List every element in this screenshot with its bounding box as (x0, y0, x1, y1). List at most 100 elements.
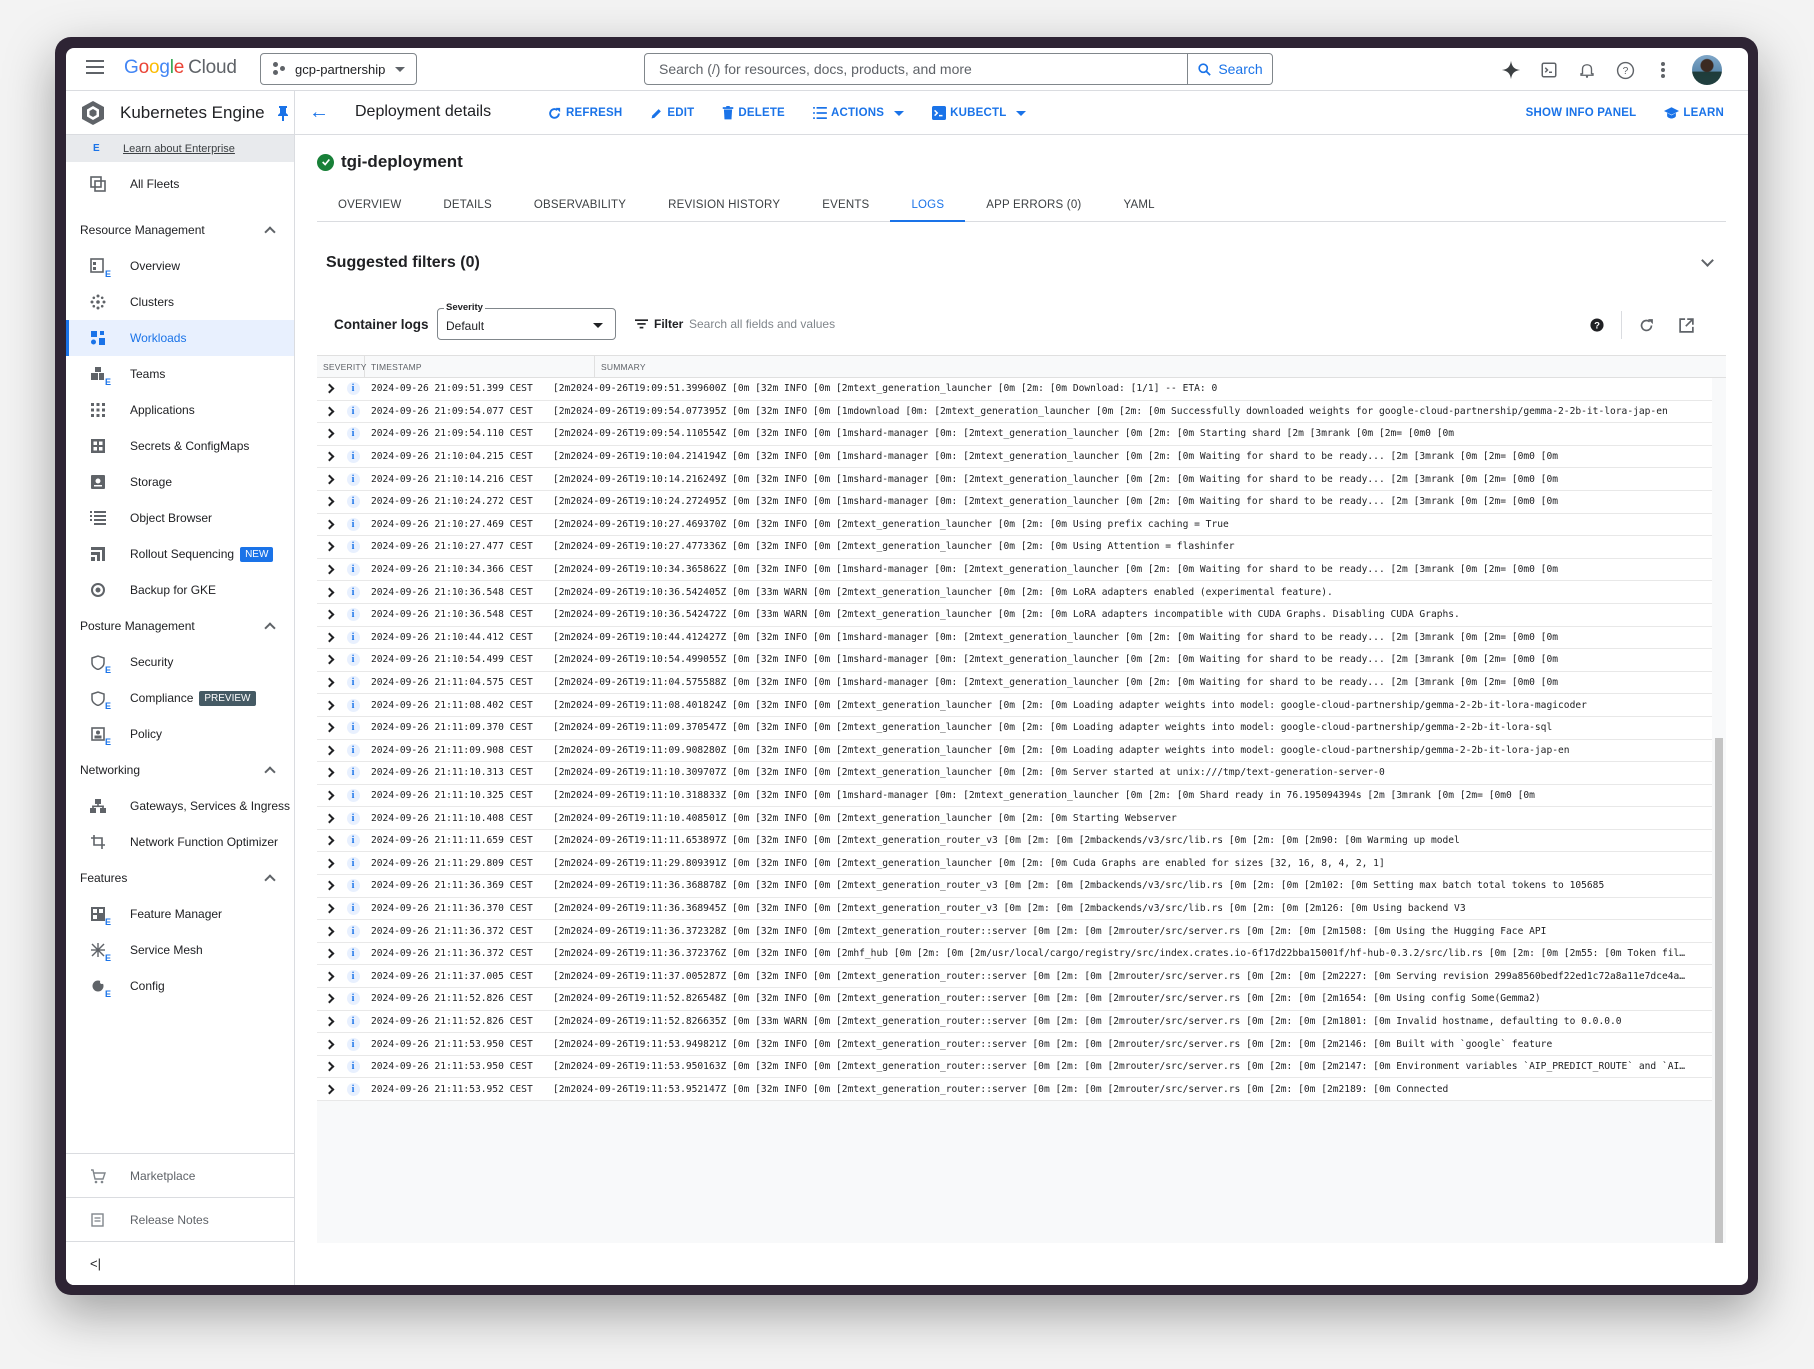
tab-yaml[interactable]: YAML (1102, 189, 1175, 221)
kubectl-dropdown[interactable]: KUBECTL (932, 106, 1027, 120)
log-row[interactable]: i 2024-09-26 21:11:53.950 CEST [2m2024-09-… (317, 1033, 1712, 1056)
avatar[interactable] (1692, 55, 1722, 85)
sidebar-item-storage[interactable]: Storage (66, 464, 294, 500)
column-timestamp[interactable]: TIMESTAMP (365, 356, 595, 377)
tab-app-errors[interactable]: APP ERRORS (0) (965, 189, 1102, 221)
expand-chevron-icon[interactable] (317, 519, 341, 530)
expand-chevron-icon[interactable] (317, 677, 341, 688)
expand-chevron-icon[interactable] (317, 406, 341, 417)
section-features[interactable]: Features (66, 860, 294, 896)
log-row[interactable]: i 2024-09-26 21:11:37.005 CEST [2m2024-09-… (317, 965, 1712, 989)
expand-chevron-icon[interactable] (317, 383, 341, 394)
log-row[interactable]: i 2024-09-26 21:11:52.826 CEST [2m2024-09-… (317, 988, 1712, 1011)
expand-chevron-icon[interactable] (317, 813, 341, 824)
delete-button[interactable]: DELETE (722, 106, 785, 120)
log-row[interactable]: i 2024-09-26 21:11:29.809 CEST [2m2024-09-… (317, 852, 1712, 876)
log-row[interactable]: i 2024-09-26 21:10:44.412 CEST [2m2024-09-… (317, 627, 1712, 650)
learn-about-enterprise-link[interactable]: Learn about Enterprise (123, 143, 235, 155)
scrollbar-thumb[interactable] (1715, 738, 1723, 1243)
expand-chevron-icon[interactable] (317, 609, 341, 620)
expand-chevron-icon[interactable] (317, 451, 341, 462)
back-arrow-icon[interactable]: ← (309, 101, 329, 124)
expand-chevron-icon[interactable] (317, 654, 341, 665)
sidebar-item-clusters[interactable]: Clusters (66, 284, 294, 320)
expand-chevron-icon[interactable] (317, 903, 341, 914)
tab-details[interactable]: DETAILS (422, 189, 512, 221)
expand-chevron-icon[interactable] (317, 542, 341, 552)
section-posture-management[interactable]: Posture Management (66, 608, 294, 644)
expand-chevron-icon[interactable] (317, 745, 341, 756)
tab-observability[interactable]: OBSERVABILITY (513, 189, 647, 221)
sidebar-item-secrets-configmaps[interactable]: Secrets & ConfigMaps (66, 428, 294, 464)
log-row[interactable]: i 2024-09-26 21:10:14.216 CEST [2m2024-09-… (317, 468, 1712, 491)
log-row[interactable]: i 2024-09-26 21:11:04.575 CEST [2m2024-09-… (317, 672, 1712, 695)
refresh-button[interactable]: REFRESH (547, 106, 622, 121)
expand-chevron-icon[interactable] (317, 496, 341, 507)
sidebar-item-service-mesh[interactable]: E Service Mesh (66, 932, 294, 968)
suggested-filters-header[interactable]: Suggested filters (0) (317, 240, 1726, 286)
sidebar-item-applications[interactable]: Applications (66, 392, 294, 428)
log-row[interactable]: i 2024-09-26 21:10:54.499 CEST [2m2024-09-… (317, 649, 1712, 672)
sidebar-item-overview[interactable]: E Overview (66, 248, 294, 284)
log-row[interactable]: i 2024-09-26 21:11:53.950 CEST [2m2024-09-… (317, 1056, 1712, 1079)
log-row[interactable]: i 2024-09-26 21:11:36.372 CEST [2m2024-09-… (317, 920, 1712, 943)
log-row[interactable]: i 2024-09-26 21:11:36.369 CEST [2m2024-09-… (317, 875, 1712, 898)
gemini-icon[interactable] (1492, 53, 1530, 87)
filter-button[interactable]: Filter (635, 317, 683, 331)
log-row[interactable]: i 2024-09-26 21:11:52.826 CEST [2m2024-09-… (317, 1011, 1712, 1034)
actions-dropdown[interactable]: ACTIONS (813, 107, 905, 119)
sidebar-item-feature-manager[interactable]: E Feature Manager (66, 896, 294, 932)
sidebar-item-marketplace[interactable]: Marketplace (66, 1153, 294, 1197)
show-info-panel-button[interactable]: SHOW INFO PANEL (1526, 107, 1637, 119)
expand-chevron-icon[interactable] (317, 700, 341, 711)
expand-chevron-icon[interactable] (317, 1039, 341, 1049)
expand-chevron-icon[interactable] (317, 722, 341, 733)
expand-chevron-icon[interactable] (317, 1084, 341, 1095)
sidebar-item-compliance[interactable]: E Compliance PREVIEW (66, 680, 294, 716)
sidebar-item-gateways-services-ingress[interactable]: Gateways, Services & Ingress (66, 788, 294, 824)
log-row[interactable]: i 2024-09-26 21:11:10.325 CEST [2m2024-09-… (317, 785, 1712, 808)
expand-chevron-icon[interactable] (317, 587, 341, 598)
expand-chevron-icon[interactable] (317, 790, 341, 801)
collapse-sidebar-button[interactable]: <| (66, 1241, 294, 1285)
sidebar-item-policy[interactable]: E Policy (66, 716, 294, 752)
pin-icon[interactable] (277, 105, 289, 121)
expand-chevron-icon[interactable] (317, 564, 341, 575)
log-row[interactable]: i 2024-09-26 21:11:36.372 CEST [2m2024-09-… (317, 943, 1712, 966)
log-scrollbar[interactable] (1712, 378, 1726, 1243)
tab-revision-history[interactable]: REVISION HISTORY (647, 189, 801, 221)
log-row[interactable]: i 2024-09-26 21:11:10.313 CEST [2m2024-09-… (317, 762, 1712, 785)
search-button[interactable]: Search (1187, 54, 1272, 84)
tab-logs[interactable]: LOGS (890, 189, 965, 222)
search-input[interactable] (645, 54, 1187, 84)
expand-chevron-icon[interactable] (317, 926, 341, 936)
log-row[interactable]: i 2024-09-26 21:10:27.469 CEST [2m2024-09-… (317, 514, 1712, 537)
sidebar-item-all-fleets[interactable]: All Fleets (66, 166, 294, 202)
log-row[interactable]: i 2024-09-26 21:10:36.548 CEST [2m2024-09-… (317, 581, 1712, 604)
section-resource-management[interactable]: Resource Management (66, 212, 294, 248)
sidebar-item-security[interactable]: E Security (66, 644, 294, 680)
section-networking[interactable]: Networking (66, 752, 294, 788)
log-row[interactable]: i 2024-09-26 21:09:54.077 CEST [2m2024-09-… (317, 401, 1712, 424)
expand-chevron-icon[interactable] (317, 1061, 341, 1072)
column-summary[interactable]: SUMMARY (595, 356, 1726, 377)
open-in-new-icon[interactable] (1666, 307, 1706, 343)
learn-button[interactable]: LEARN (1664, 106, 1724, 120)
sidebar-item-teams[interactable]: E Teams (66, 356, 294, 392)
log-row[interactable]: i 2024-09-26 21:10:24.272 CEST [2m2024-09-… (317, 491, 1712, 514)
help-icon[interactable]: ? (1577, 307, 1617, 343)
filter-input[interactable] (689, 311, 1089, 337)
sidebar-item-backup-for-gke[interactable]: Backup for GKE (66, 572, 294, 608)
severity-select[interactable]: Severity Default (437, 302, 616, 340)
project-selector[interactable]: gcp-partnership (260, 53, 417, 85)
log-row[interactable]: i 2024-09-26 21:10:34.366 CEST [2m2024-09-… (317, 559, 1712, 582)
expand-chevron-icon[interactable] (317, 993, 341, 1004)
log-row[interactable]: i 2024-09-26 21:10:04.215 CEST [2m2024-09-… (317, 446, 1712, 469)
log-row[interactable]: i 2024-09-26 21:11:09.908 CEST [2m2024-09-… (317, 740, 1712, 763)
sidebar-item-config[interactable]: E Config (66, 968, 294, 1004)
expand-chevron-icon[interactable] (317, 880, 341, 891)
expand-chevron-icon[interactable] (317, 835, 341, 846)
log-row[interactable]: i 2024-09-26 21:09:54.110 CEST [2m2024-09-… (317, 423, 1712, 446)
expand-chevron-icon[interactable] (317, 767, 341, 778)
notifications-icon[interactable] (1568, 53, 1606, 87)
